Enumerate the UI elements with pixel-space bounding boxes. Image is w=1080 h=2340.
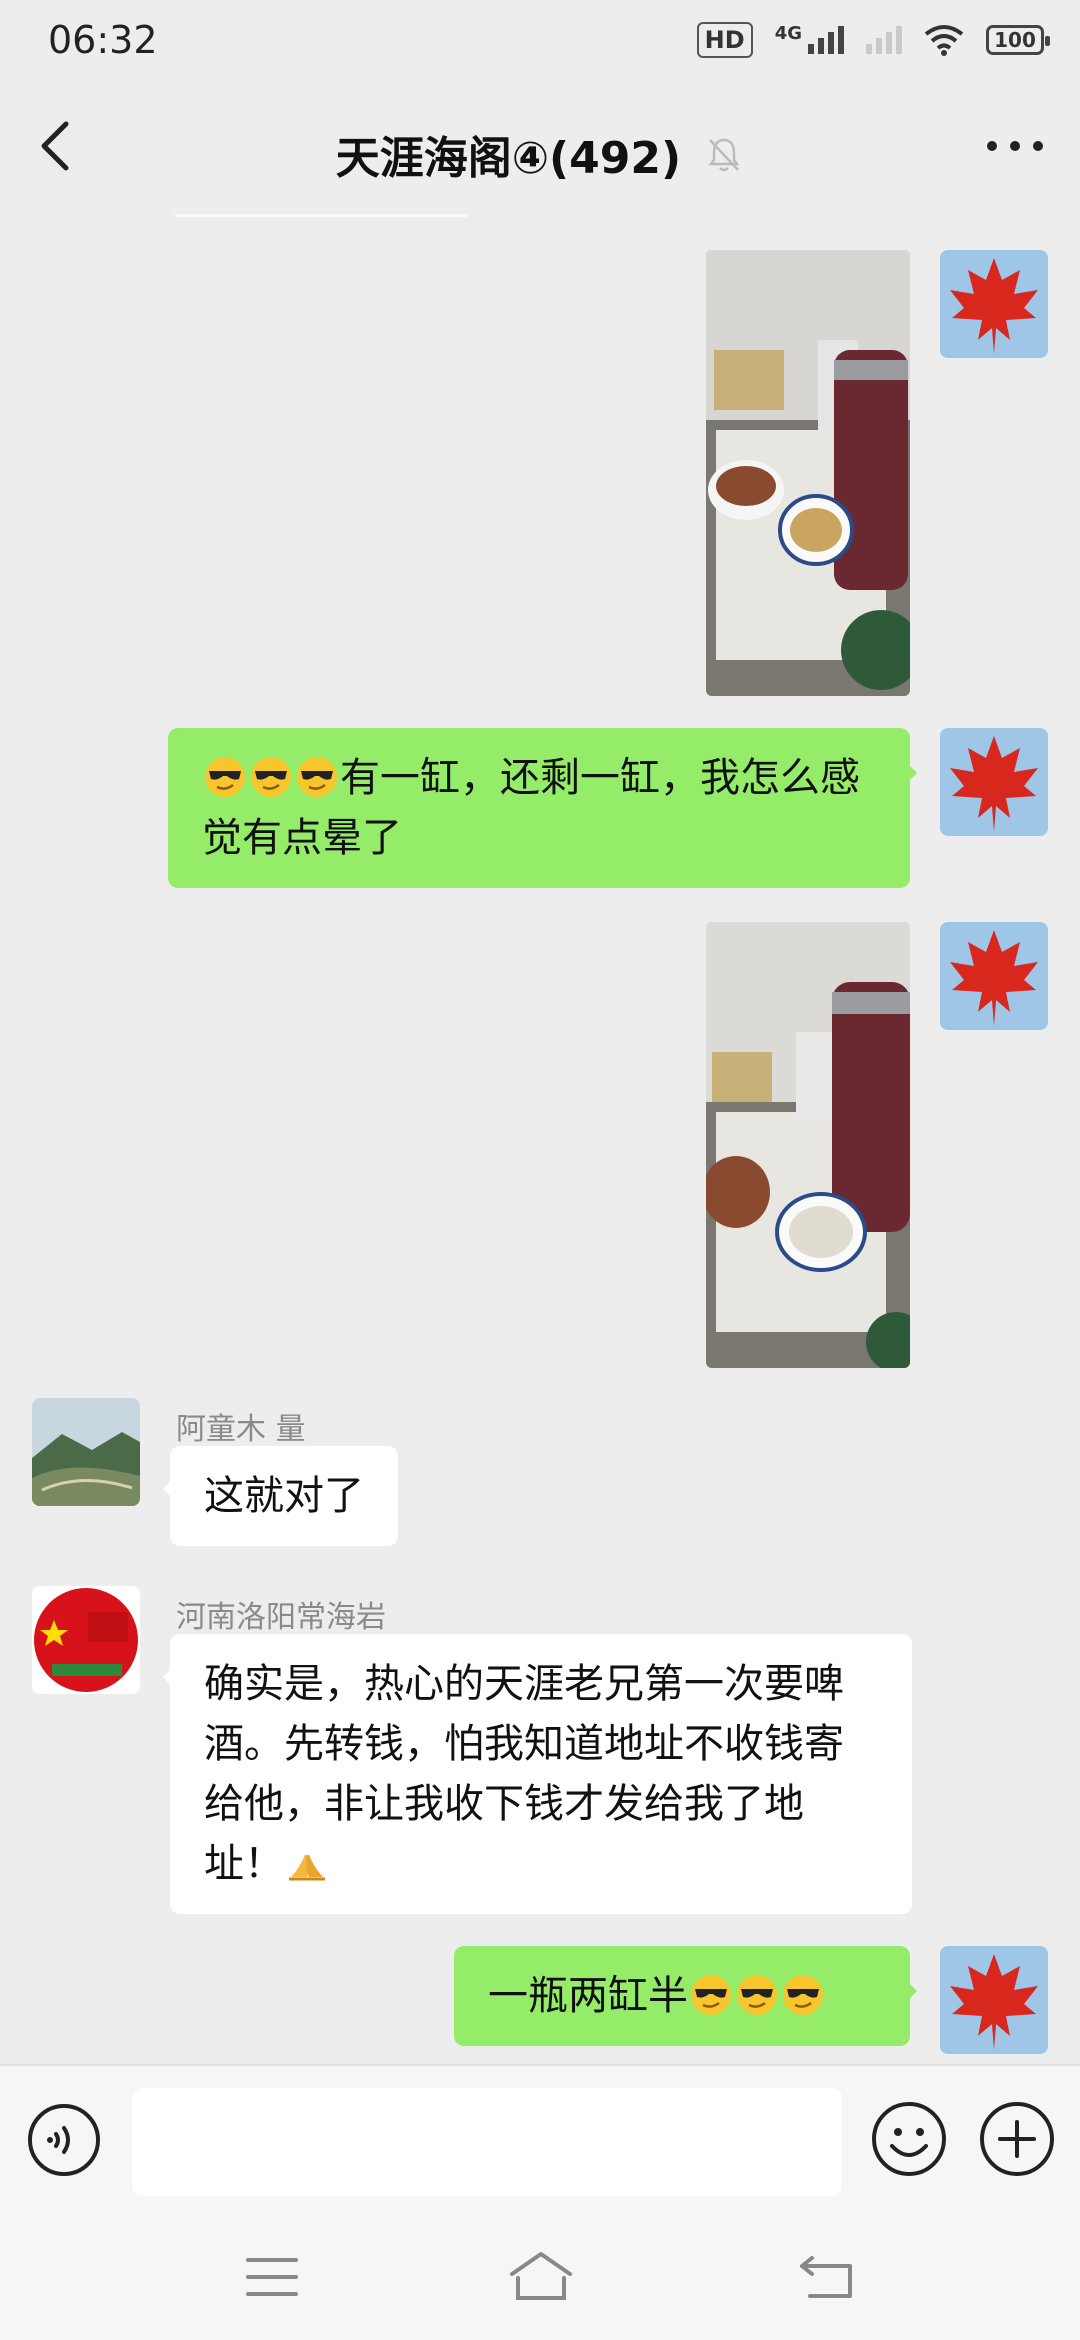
mute-bell-icon	[708, 138, 740, 172]
my-avatar[interactable]	[940, 250, 1048, 358]
recent-apps-icon[interactable]	[244, 2252, 300, 2302]
chat-bubble[interactable]: 确实是，热心的天涯老兄第一次要啤酒。先转钱，怕我知道地址不收钱寄给他，非让我收下…	[163, 1634, 912, 1914]
signal-icon-secondary	[866, 26, 902, 54]
sender-name: 河南洛阳常海岩	[176, 1600, 386, 1635]
more-options-icon[interactable]	[980, 126, 1050, 166]
status-icons: HD 4G 100	[696, 22, 1050, 58]
cool-face-emoji	[251, 757, 291, 797]
title-wrap: 天涯海阁④(492)	[0, 122, 1080, 186]
input-bar	[0, 2064, 1080, 2220]
status-time: 06:32	[48, 18, 158, 62]
my-avatar[interactable]	[940, 922, 1048, 1030]
chat-image[interactable]	[706, 250, 910, 696]
maple-leaf-icon	[940, 1946, 1048, 2054]
signal-icon	[808, 26, 844, 54]
cool-face-emoji	[297, 757, 337, 797]
chat-header: 天涯海阁④(492)	[0, 82, 1080, 212]
emoji-picker-icon[interactable]	[870, 2100, 948, 2178]
message-input[interactable]	[132, 2088, 842, 2196]
folded-hands-emoji	[289, 1855, 325, 1881]
landscape-avatar-icon	[32, 1398, 140, 1506]
my-avatar[interactable]	[940, 728, 1048, 836]
message-text: 这就对了	[204, 1473, 364, 1519]
maple-leaf-icon	[940, 250, 1048, 358]
system-back-icon[interactable]	[796, 2248, 856, 2304]
cool-face-emoji	[691, 1975, 731, 2015]
system-nav-bar	[0, 2218, 1080, 2340]
my-avatar[interactable]	[940, 1946, 1048, 2054]
cool-face-emoji	[783, 1975, 823, 2015]
sender-avatar[interactable]	[32, 1398, 140, 1506]
maple-leaf-icon	[940, 922, 1048, 1030]
chat-bubble[interactable]: 有一缸，还剩一缸，我怎么感觉有点晕了	[168, 728, 917, 888]
chat-title: 天涯海阁④(492)	[335, 133, 682, 184]
home-icon[interactable]	[506, 2248, 576, 2304]
sender-avatar[interactable]	[32, 1586, 140, 1694]
status-bar: 06:32 HD 4G 100	[0, 0, 1080, 82]
more-actions-plus-icon[interactable]	[978, 2100, 1056, 2178]
cool-face-emoji	[737, 1975, 777, 2015]
sender-name: 阿童木 量	[176, 1412, 306, 1447]
wifi-icon	[924, 25, 964, 56]
flag-badge-avatar-icon	[32, 1586, 140, 1694]
voice-input-icon[interactable]	[26, 2102, 102, 2178]
hd-badge: HD	[696, 22, 753, 58]
photo-illustration	[706, 922, 910, 1368]
chat-bubble[interactable]: 一瓶两缸半	[454, 1946, 917, 2046]
photo-illustration	[706, 250, 910, 696]
battery-icon: 100	[986, 25, 1050, 55]
network-label: 4G	[774, 22, 802, 44]
header-divider	[175, 214, 467, 217]
cool-face-emoji	[205, 757, 245, 797]
chat-image[interactable]	[706, 922, 910, 1368]
chat-bubble[interactable]: 这就对了	[163, 1446, 398, 1546]
message-text: 一瓶两缸半	[488, 1973, 688, 2019]
maple-leaf-icon	[940, 728, 1048, 836]
